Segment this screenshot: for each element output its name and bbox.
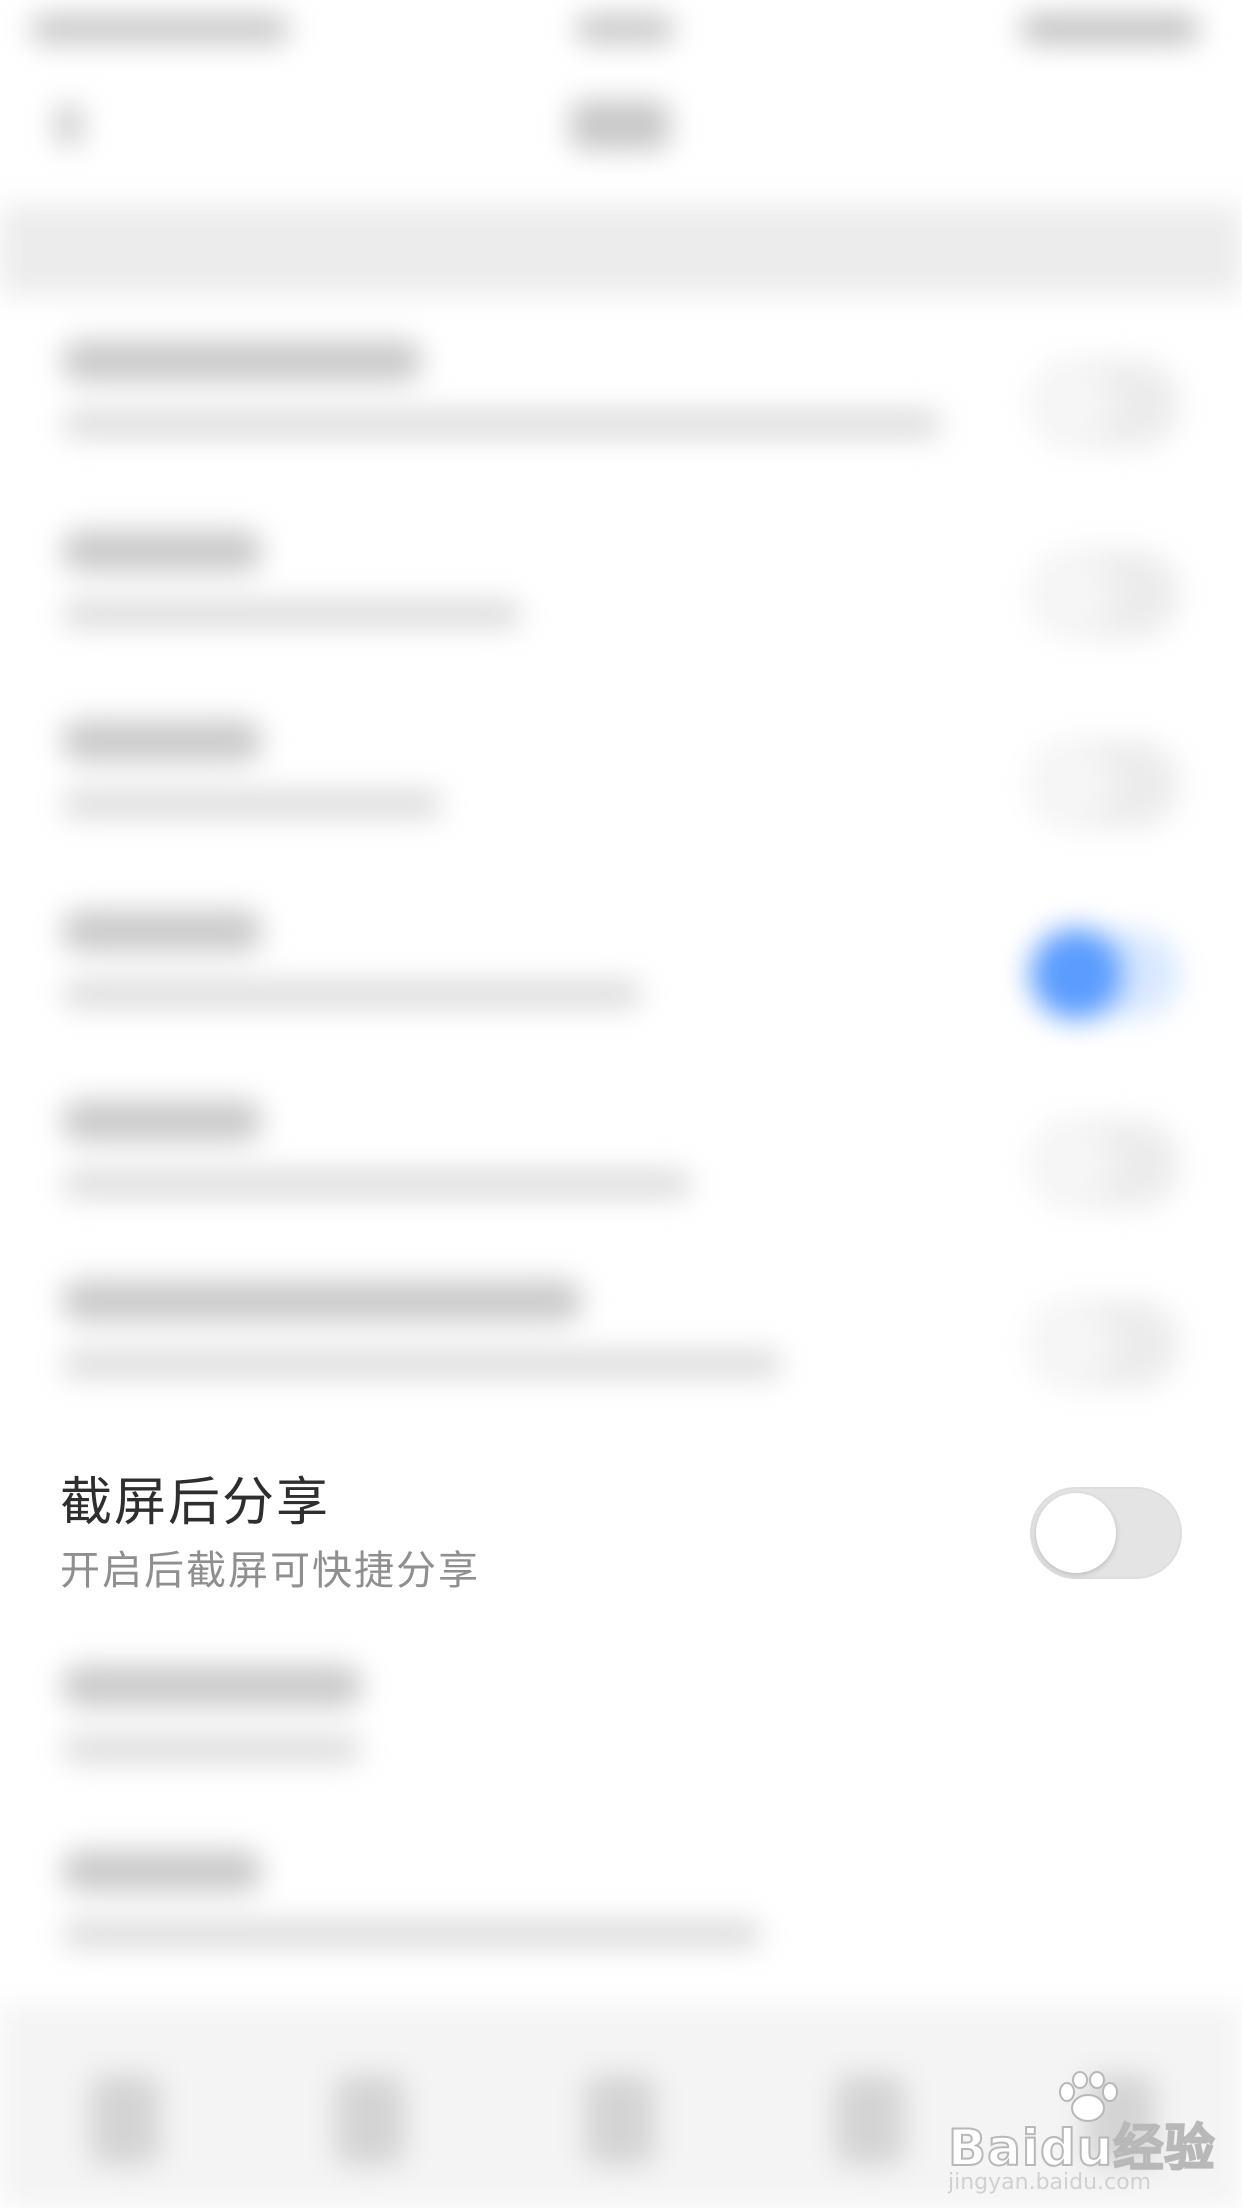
setting-row-share-after-screenshot[interactable]: 截屏后分享 开启后截屏可快捷分享	[0, 1460, 1242, 1620]
toggle-knob	[1035, 365, 1113, 443]
setting-subtitle	[62, 790, 442, 818]
setting-subtitle: 开启后截屏可快捷分享	[60, 1548, 480, 1594]
toggle-knob	[1036, 1493, 1116, 1573]
setting-row[interactable]	[0, 340, 1242, 530]
setting-row[interactable]	[0, 910, 1242, 1100]
share-after-screenshot-toggle[interactable]	[1030, 1487, 1182, 1579]
setting-subtitle	[62, 600, 522, 628]
setting-subtitle	[62, 980, 642, 1008]
toggle-knob	[1035, 555, 1113, 633]
setting-title	[62, 1100, 262, 1142]
setting-toggle[interactable]	[1030, 1120, 1180, 1208]
setting-toggle[interactable]	[1030, 740, 1180, 828]
setting-subtitle	[62, 1735, 362, 1763]
setting-row[interactable]	[0, 1280, 1242, 1470]
toggle-knob	[1035, 745, 1113, 823]
setting-toggle[interactable]	[1030, 360, 1180, 448]
section-divider	[0, 205, 1242, 295]
toggle-knob	[1035, 1305, 1113, 1383]
setting-title	[62, 910, 262, 952]
setting-row[interactable]	[0, 530, 1242, 720]
toggle-knob	[1030, 928, 1122, 1020]
watermark-url: jingyan.baidu.com	[948, 2170, 1152, 2195]
tab-icon[interactable]	[335, 2075, 405, 2165]
setting-title	[62, 720, 262, 762]
page-title	[570, 100, 670, 150]
status-bar-icons	[1020, 14, 1200, 44]
setting-title	[62, 340, 422, 382]
status-bar-time	[575, 14, 675, 44]
tab-icon[interactable]	[835, 2075, 905, 2165]
tab-icon[interactable]	[585, 2075, 655, 2165]
toggle-knob	[1035, 1125, 1113, 1203]
setting-title	[62, 1280, 582, 1322]
status-bar-carrier	[30, 14, 290, 44]
nav-bar	[0, 60, 1242, 190]
setting-title	[62, 1665, 362, 1707]
setting-row[interactable]	[0, 720, 1242, 910]
back-arrow-icon[interactable]	[55, 105, 83, 145]
setting-title	[62, 530, 262, 572]
setting-row[interactable]	[0, 1100, 1242, 1290]
status-bar	[0, 0, 1242, 60]
setting-toggle[interactable]	[1030, 550, 1180, 638]
setting-toggle[interactable]	[1030, 928, 1180, 1020]
setting-title	[62, 1850, 262, 1892]
setting-row[interactable]	[0, 1665, 1242, 1855]
setting-title: 截屏后分享	[60, 1473, 331, 1533]
setting-subtitle	[62, 1920, 762, 1948]
setting-toggle[interactable]	[1030, 1300, 1180, 1388]
setting-subtitle	[62, 410, 942, 438]
tab-icon[interactable]	[90, 2075, 160, 2165]
setting-subtitle	[62, 1350, 782, 1378]
baidu-jingyan-watermark: Baidu经验 jingyan.baidu.com	[947, 2070, 1215, 2195]
setting-subtitle	[62, 1170, 692, 1198]
